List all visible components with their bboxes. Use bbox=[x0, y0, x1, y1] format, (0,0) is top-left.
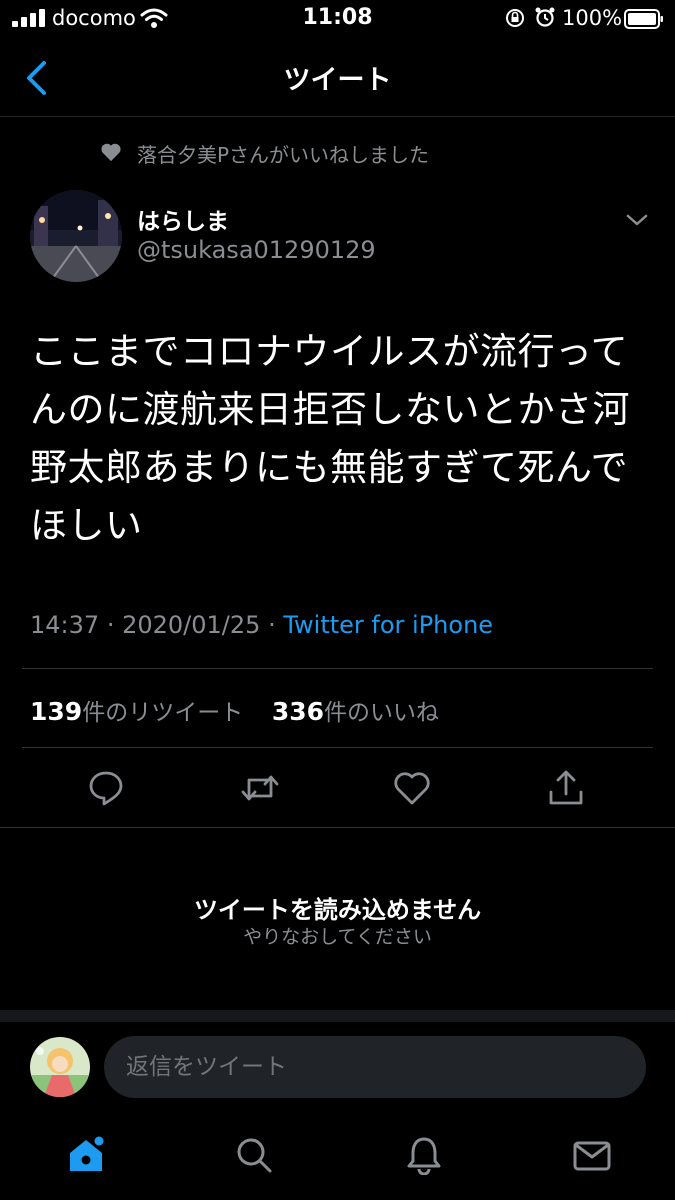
retweet-label: 件のリツイート bbox=[82, 700, 244, 726]
divider bbox=[0, 827, 675, 828]
like-count: 336 bbox=[271, 697, 324, 726]
meta-separator: · bbox=[106, 611, 115, 639]
social-context: 落合夕美Pさんがいいねしました bbox=[137, 143, 430, 167]
tweet-client-link[interactable]: Twitter for iPhone bbox=[283, 611, 493, 639]
search-icon[interactable] bbox=[234, 1135, 274, 1175]
tweet-date: 2020/01/25 bbox=[122, 611, 261, 639]
orientation-lock-icon bbox=[506, 9, 524, 27]
nav-header: ツイート bbox=[0, 38, 675, 117]
alarm-icon bbox=[535, 7, 555, 27]
tweet-time: 14:37 bbox=[30, 611, 100, 639]
share-icon[interactable] bbox=[546, 768, 586, 808]
status-bar: docomo 11:08 100% bbox=[0, 0, 675, 38]
like-icon[interactable] bbox=[392, 768, 432, 808]
author-name[interactable]: はらしま bbox=[137, 202, 229, 236]
notifications-icon[interactable] bbox=[404, 1135, 444, 1175]
tweet-text: ここまでコロナウイルスが流行ってんのに渡航来日拒否しないとかさ河野太郎あまりにも… bbox=[30, 330, 630, 547]
retweet-count: 139 bbox=[30, 697, 83, 726]
battery-percent: 100% bbox=[562, 6, 623, 30]
like-stat[interactable]: 336件のいいね bbox=[271, 697, 439, 726]
page-title: ツイート bbox=[283, 65, 392, 96]
retweet-stat[interactable]: 139件のリツイート bbox=[30, 697, 244, 726]
tweet-stats: 139件のリツイート 336件のいいね bbox=[30, 693, 439, 727]
retweet-icon[interactable] bbox=[240, 768, 280, 808]
divider bbox=[22, 668, 653, 669]
chevron-down-icon[interactable] bbox=[625, 212, 649, 228]
messages-icon[interactable] bbox=[572, 1135, 612, 1175]
like-label: 件のいいね bbox=[324, 700, 439, 726]
battery-icon bbox=[624, 9, 663, 29]
user-avatar[interactable] bbox=[30, 1037, 90, 1097]
section-separator bbox=[0, 1010, 675, 1022]
meta-separator: · bbox=[268, 611, 276, 639]
reply-input[interactable] bbox=[104, 1036, 646, 1098]
divider bbox=[22, 747, 653, 748]
author-handle[interactable]: @tsukasa01290129 bbox=[137, 236, 376, 264]
tweet-meta: 14:37 · 2020/01/25 · Twitter for iPhone bbox=[30, 611, 493, 639]
reply-icon[interactable] bbox=[86, 768, 126, 808]
heart-icon bbox=[101, 143, 121, 162]
author-avatar[interactable] bbox=[30, 190, 122, 282]
load-error-title: ツイートを読み込めません bbox=[193, 896, 482, 924]
retry-prompt[interactable]: やりなおしてください bbox=[0, 922, 675, 949]
home-icon[interactable] bbox=[66, 1135, 106, 1175]
